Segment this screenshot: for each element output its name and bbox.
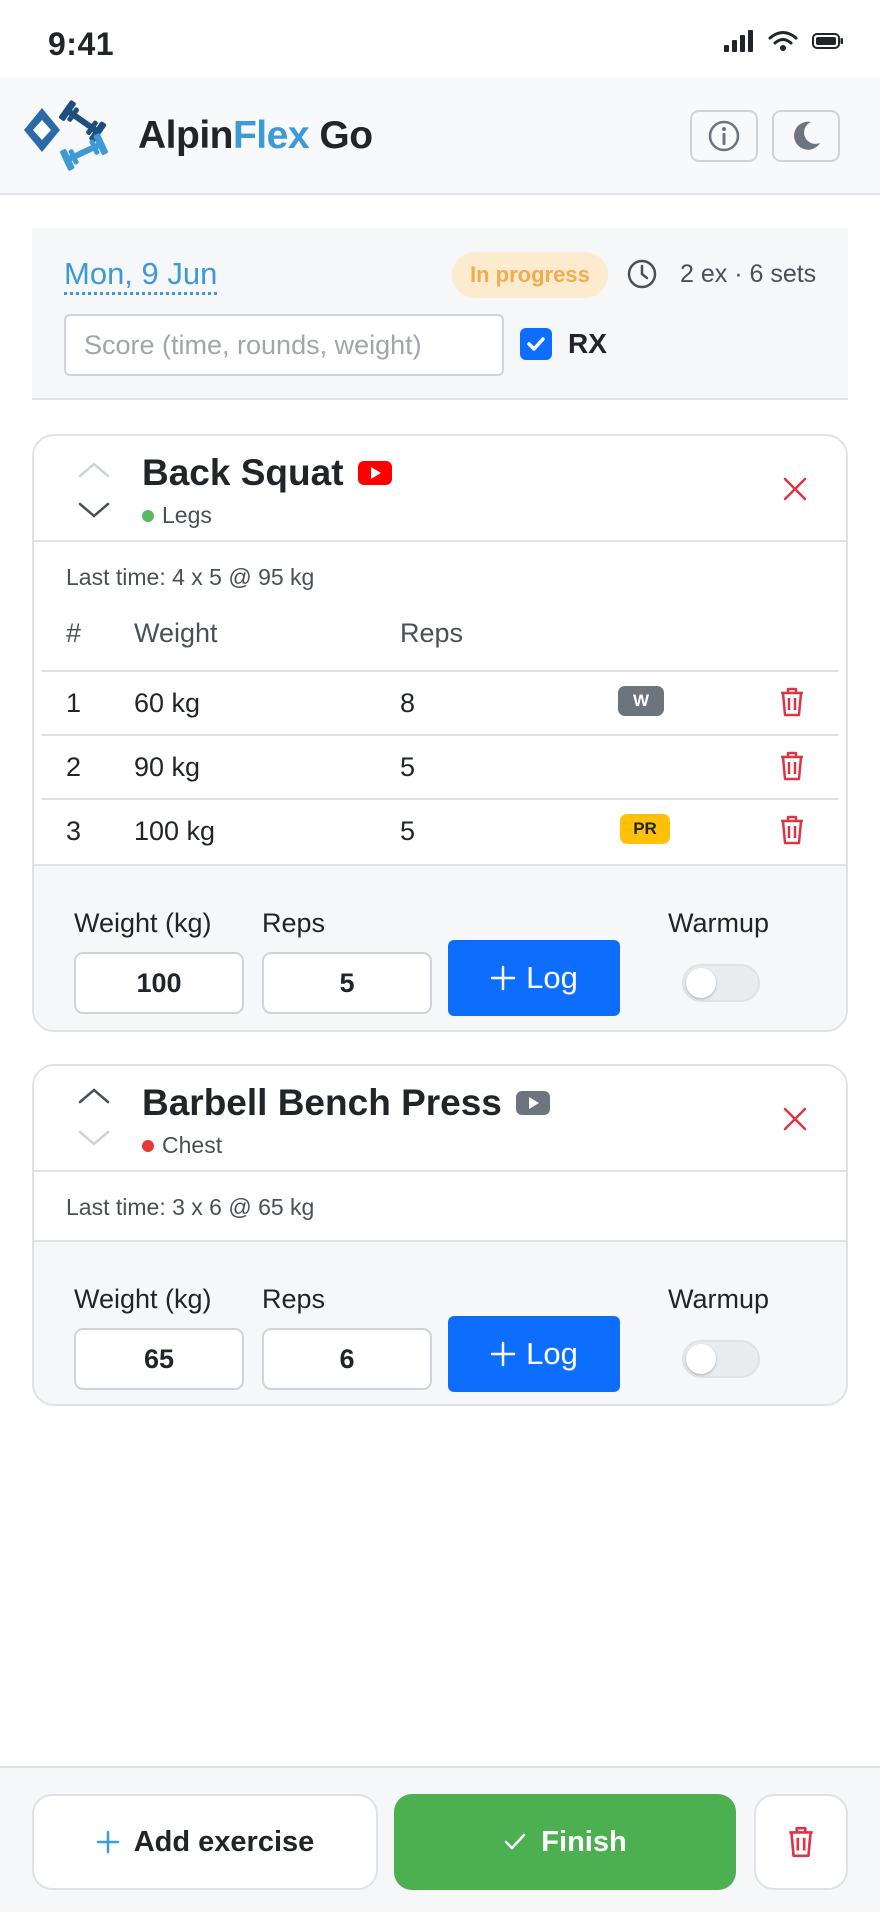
warmup-toggle[interactable] bbox=[682, 964, 760, 1002]
warmup-toggle[interactable] bbox=[682, 1340, 760, 1378]
set-weight: 60 kg bbox=[134, 688, 201, 718]
last-time-note: Last time: 3 x 6 @ 65 kg bbox=[66, 1194, 315, 1220]
info-icon bbox=[708, 120, 740, 152]
checkmark-icon bbox=[527, 337, 545, 351]
rx-label[interactable]: RX bbox=[568, 328, 607, 360]
reps-label: Reps bbox=[262, 908, 326, 938]
log-label: Log bbox=[526, 960, 578, 995]
set-num: 1 bbox=[66, 688, 82, 718]
status-badge: In progress bbox=[452, 252, 608, 298]
set-weight: 90 kg bbox=[134, 752, 201, 782]
log-set-form: Weight (kg) Reps Warmup 65 6 Log bbox=[34, 1240, 846, 1404]
session-summary: 2 ex · 6 sets bbox=[680, 260, 817, 288]
exercise-header: Barbell Bench Press Chest bbox=[34, 1066, 846, 1172]
info-button[interactable] bbox=[690, 110, 758, 162]
status-time: 9:41 bbox=[48, 26, 115, 62]
reps-input[interactable]: 6 bbox=[262, 1328, 432, 1390]
clock-icon bbox=[627, 259, 657, 289]
exercise-card: Barbell Bench Press Chest Last time: 3 x… bbox=[32, 1064, 848, 1406]
log-label: Log bbox=[526, 1336, 578, 1371]
remove-exercise-icon[interactable] bbox=[780, 474, 810, 504]
score-input[interactable] bbox=[64, 314, 504, 376]
set-reps: 5 bbox=[400, 752, 416, 782]
table-row: 2 90 kg 5 bbox=[42, 734, 838, 798]
brand-title: AlpinFlex Go bbox=[138, 114, 373, 158]
move-up-icon[interactable] bbox=[76, 458, 112, 482]
col-header-reps: Reps bbox=[400, 618, 464, 648]
pr-badge: PR bbox=[620, 814, 670, 844]
rx-checkbox[interactable] bbox=[520, 328, 552, 360]
muscle-dot-icon bbox=[142, 509, 154, 522]
set-weight: 100 kg bbox=[134, 816, 216, 846]
footer-bar: Add exercise Finish bbox=[0, 1766, 880, 1912]
muscle-label: Legs bbox=[162, 502, 212, 528]
reps-label: Reps bbox=[262, 1284, 326, 1314]
last-time-note: Last time: 4 x 5 @ 95 kg bbox=[66, 564, 315, 590]
status-icons bbox=[724, 30, 844, 52]
col-header-weight: Weight bbox=[134, 618, 218, 648]
trash-icon[interactable] bbox=[778, 814, 806, 846]
delete-session-button[interactable] bbox=[754, 1794, 848, 1890]
set-num: 2 bbox=[66, 752, 82, 782]
muscle-group: Legs bbox=[142, 502, 212, 529]
trash-icon bbox=[789, 1826, 813, 1858]
app-header: AlpinFlex Go bbox=[0, 78, 880, 195]
dark-mode-button[interactable] bbox=[772, 110, 840, 162]
plus-icon bbox=[96, 1830, 119, 1854]
set-num: 3 bbox=[66, 816, 82, 846]
table-row: 1 60 kg 8 W bbox=[42, 670, 838, 734]
brand-part-alpin: Alpin bbox=[138, 114, 233, 157]
add-exercise-button[interactable]: Add exercise bbox=[32, 1794, 378, 1890]
brand-part-go: Go bbox=[309, 114, 373, 157]
exercise-header: Back Squat Legs bbox=[34, 436, 846, 542]
session-card: Mon, 9 Jun In progress 2 ex · 6 sets RX bbox=[32, 228, 848, 400]
exercise-name-text: Barbell Bench Press bbox=[142, 1082, 502, 1123]
move-down-icon[interactable] bbox=[76, 498, 112, 522]
log-set-form: Weight (kg) Reps Warmup 100 5 Log bbox=[34, 864, 846, 1030]
cellular-signal-icon bbox=[724, 30, 753, 52]
weight-label: Weight (kg) bbox=[74, 1284, 212, 1314]
plus-icon bbox=[490, 1341, 516, 1367]
set-reps: 5 bbox=[400, 816, 416, 846]
weight-input[interactable]: 65 bbox=[74, 1328, 244, 1390]
move-up-icon[interactable] bbox=[76, 1084, 112, 1108]
brand-part-flex: Flex bbox=[232, 114, 310, 157]
exercise-card: Back Squat Legs Last time: 4 x 5 @ 95 kg… bbox=[32, 434, 848, 1032]
logo-icon bbox=[24, 100, 108, 171]
finish-label: Finish bbox=[541, 1825, 627, 1858]
youtube-icon[interactable] bbox=[357, 461, 392, 485]
exercise-name: Back Squat bbox=[142, 452, 392, 494]
check-icon bbox=[505, 1833, 526, 1850]
status-bar: 9:41 bbox=[0, 0, 880, 78]
log-set-button[interactable]: Log bbox=[448, 940, 620, 1016]
add-exercise-label: Add exercise bbox=[133, 1825, 315, 1858]
col-header-num: # bbox=[66, 618, 82, 648]
weight-label: Weight (kg) bbox=[74, 908, 212, 938]
set-reps: 8 bbox=[400, 688, 416, 718]
trash-icon[interactable] bbox=[778, 686, 806, 718]
finish-button[interactable]: Finish bbox=[394, 1794, 736, 1890]
weight-input[interactable]: 100 bbox=[74, 952, 244, 1014]
warmup-label: Warmup bbox=[668, 1284, 770, 1314]
remove-exercise-icon[interactable] bbox=[780, 1104, 810, 1134]
session-date-link[interactable]: Mon, 9 Jun bbox=[64, 256, 218, 295]
trash-icon[interactable] bbox=[778, 750, 806, 782]
reps-input[interactable]: 5 bbox=[262, 952, 432, 1014]
wifi-icon bbox=[768, 31, 798, 51]
exercise-name-text: Back Squat bbox=[142, 452, 344, 493]
log-set-button[interactable]: Log bbox=[448, 1316, 620, 1392]
plus-icon bbox=[490, 965, 516, 991]
table-row: 3 100 kg 5 PR bbox=[42, 798, 838, 862]
exercise-name: Barbell Bench Press bbox=[142, 1082, 550, 1124]
muscle-label: Chest bbox=[162, 1132, 223, 1158]
battery-icon bbox=[812, 33, 843, 49]
moon-icon bbox=[794, 121, 820, 150]
warmup-label: Warmup bbox=[668, 908, 770, 938]
move-down-icon[interactable] bbox=[76, 1126, 112, 1150]
muscle-dot-icon bbox=[142, 1139, 154, 1152]
youtube-icon[interactable] bbox=[515, 1091, 550, 1115]
warmup-badge: W bbox=[618, 686, 664, 716]
muscle-group: Chest bbox=[142, 1132, 222, 1159]
